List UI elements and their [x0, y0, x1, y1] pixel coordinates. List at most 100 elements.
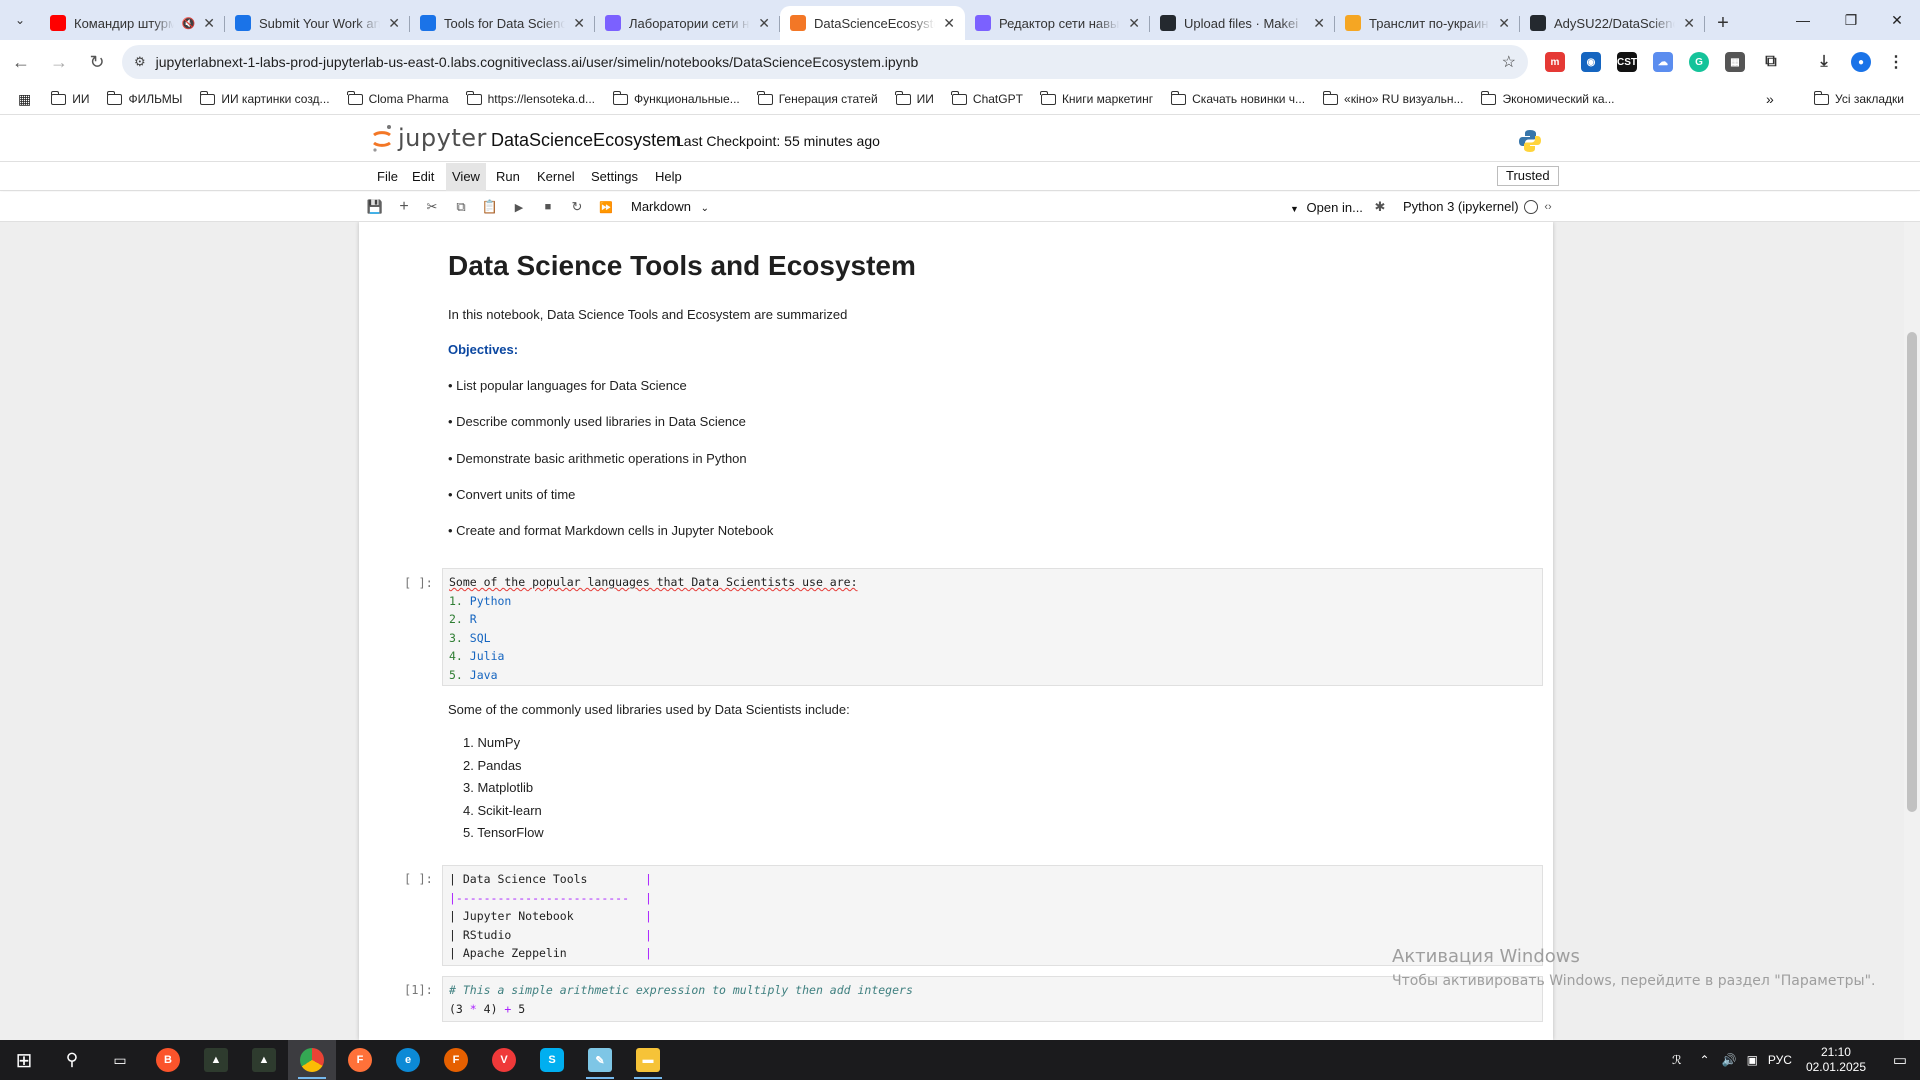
cut-icon[interactable]: ✂	[422, 197, 442, 217]
bookmark-item[interactable]: Cloma Pharma	[347, 90, 449, 106]
run-icon[interactable]: ▶	[509, 197, 529, 217]
extension-icon[interactable]: CST	[1617, 52, 1637, 72]
address-url[interactable]: jupyterlabnext-1-labs-prod-jupyterlab-us…	[156, 54, 919, 70]
menu-run[interactable]: Run	[490, 163, 526, 191]
address-bar[interactable]: ⚙ jupyterlabnext-1-labs-prod-jupyterlab-…	[122, 45, 1528, 79]
menu-settings[interactable]: Settings	[585, 163, 644, 191]
bookmark-item[interactable]: Генерация статей	[757, 90, 878, 106]
chrome-icon[interactable]	[288, 1040, 336, 1080]
browser-tab[interactable]: Submit Your Work and ✕	[225, 6, 410, 40]
browser-menu-icon[interactable]: ⋮	[1886, 52, 1906, 72]
extensions-puzzle-icon[interactable]: ⧉	[1761, 52, 1781, 72]
download-icon[interactable]: ⤓	[1814, 52, 1834, 72]
save-icon[interactable]: 💾	[365, 197, 385, 217]
notebook-title[interactable]: DataScienceEcosystem	[491, 130, 681, 151]
app-icon[interactable]: ▲	[240, 1040, 288, 1080]
start-button[interactable]: ⊞	[0, 1040, 48, 1080]
close-tab-icon[interactable]: ✕	[388, 15, 400, 32]
notepad-icon[interactable]: ✎	[576, 1040, 624, 1080]
task-view-icon[interactable]: ▭	[96, 1040, 144, 1080]
debugger-bug-icon[interactable]: ✱	[1370, 197, 1390, 217]
restart-kernel-icon[interactable]: ↻	[567, 197, 587, 217]
close-tab-icon[interactable]: ✕	[1498, 15, 1510, 32]
copy-icon[interactable]: ⧉	[451, 197, 471, 217]
menu-file[interactable]: File	[371, 163, 404, 191]
grammarly-icon[interactable]: G	[1689, 52, 1709, 72]
extension-icon[interactable]: ☁	[1653, 52, 1673, 72]
close-tab-icon[interactable]: ✕	[1683, 15, 1695, 32]
scrollbar-thumb[interactable]	[1907, 332, 1917, 812]
bookmark-item[interactable]: Экономический ка...	[1480, 90, 1615, 106]
new-tab-button[interactable]: +	[1705, 6, 1741, 40]
notebook-scrollbar[interactable]	[1904, 222, 1920, 1040]
search-icon[interactable]: ⚲	[48, 1040, 96, 1080]
bookmark-item[interactable]: https://lensoteka.d...	[466, 90, 595, 106]
notification-icon[interactable]: ▭	[1880, 1051, 1920, 1069]
vivaldi-icon[interactable]: V	[480, 1040, 528, 1080]
code-cell-languages[interactable]: Some of the popular languages that Data …	[442, 568, 1543, 686]
close-tab-icon[interactable]: ✕	[1313, 15, 1325, 32]
back-button[interactable]: ←	[4, 45, 38, 79]
close-tab-icon[interactable]: ✕	[1128, 15, 1140, 32]
minimize-button[interactable]: —	[1780, 0, 1826, 40]
restore-button[interactable]: ❐	[1828, 0, 1874, 40]
bookmark-star-icon[interactable]: ☆	[1502, 52, 1516, 72]
bookmark-item[interactable]: «кіно» RU визуальн...	[1322, 90, 1463, 106]
extension-icon[interactable]: m	[1545, 52, 1565, 72]
close-window-button[interactable]: ✕	[1874, 0, 1920, 40]
browser-tab[interactable]: Tools for Data Science ✕	[410, 6, 595, 40]
clock[interactable]: 21:10 02.01.2025	[1806, 1045, 1866, 1075]
forward-button[interactable]: →	[42, 45, 76, 79]
firefox-icon[interactable]: F	[432, 1040, 480, 1080]
browser-tab[interactable]: Редактор сети навы ✕	[965, 6, 1150, 40]
skype-icon[interactable]: S	[528, 1040, 576, 1080]
close-tab-icon[interactable]: ✕	[758, 15, 770, 32]
code-cell-tools-table[interactable]: | Data Science Tools | |-----------------…	[442, 865, 1543, 966]
tab-search-button[interactable]: ⌄	[0, 0, 40, 40]
browser-tab[interactable]: AdySU22/DataScienc ✕	[1520, 6, 1705, 40]
browser-tab[interactable]: Командир штурм 🔇 ✕	[40, 6, 225, 40]
reload-button[interactable]: ↻	[80, 45, 114, 79]
menu-kernel[interactable]: Kernel	[531, 163, 581, 191]
trusted-indicator[interactable]: Trusted	[1497, 166, 1559, 186]
bookmark-item[interactable]: Книги маркетинг	[1040, 90, 1153, 106]
browser-tab[interactable]: DataScienceEcosystem ✕	[780, 6, 965, 40]
close-tab-icon[interactable]: ✕	[573, 15, 585, 32]
menu-edit[interactable]: Edit	[406, 163, 440, 191]
bookmark-item[interactable]: ИИ картинки созд...	[199, 90, 330, 106]
profile-avatar-icon[interactable]: ●	[1851, 52, 1871, 72]
site-info-icon[interactable]: ⚙	[134, 54, 146, 70]
close-tab-icon[interactable]: ✕	[203, 15, 215, 32]
browser-tab[interactable]: Лаборатории сети н ✕	[595, 6, 780, 40]
brave-browser-icon[interactable]: B	[144, 1040, 192, 1080]
close-tab-icon[interactable]: ✕	[943, 15, 955, 32]
jupyter-logo[interactable]: jupyter	[370, 123, 487, 153]
code-cell-arithmetic[interactable]: # This a simple arithmetic expression to…	[442, 976, 1543, 1022]
edge-icon[interactable]: e	[384, 1040, 432, 1080]
all-bookmarks-folder[interactable]: Усі закладки	[1813, 90, 1904, 106]
insert-cell-icon[interactable]: +	[394, 197, 414, 217]
file-explorer-icon[interactable]: ▬	[624, 1040, 672, 1080]
network-icon[interactable]: ▣	[1747, 1053, 1758, 1067]
app-icon[interactable]: ▲	[192, 1040, 240, 1080]
bookmark-item[interactable]: ФИЛЬМЫ	[106, 90, 182, 106]
extension-icon[interactable]: ▦	[1725, 52, 1745, 72]
extension-icon[interactable]: ◉	[1581, 52, 1601, 72]
volume-icon[interactable]: 🔊	[1722, 1053, 1737, 1067]
browser-tab[interactable]: Upload files · Makei ✕	[1150, 6, 1335, 40]
stop-icon[interactable]: ■	[538, 197, 558, 217]
bookmark-item[interactable]: Функциональные...	[612, 90, 740, 106]
browser-tab[interactable]: Транслит по-украин ✕	[1335, 6, 1520, 40]
open-in-button[interactable]: ▼ Open in...	[1290, 200, 1363, 215]
language-indicator[interactable]: РУС	[1768, 1053, 1792, 1067]
menu-view[interactable]: View	[446, 163, 486, 191]
tray-chevron-icon[interactable]: ⌃	[1700, 1053, 1710, 1067]
run-all-icon[interactable]: ⏩	[596, 197, 616, 217]
cell-type-select[interactable]: Markdown ⌄	[631, 199, 709, 214]
bookmark-item[interactable]: ИИ	[895, 90, 934, 106]
menu-help[interactable]: Help	[649, 163, 688, 191]
bookmark-item[interactable]: Скачать новинки ч...	[1170, 90, 1305, 106]
code-icon[interactable]: ‹›	[1538, 197, 1558, 217]
bookmark-item[interactable]: ChatGPT	[951, 90, 1023, 106]
bookmark-item[interactable]: ИИ	[50, 90, 89, 106]
